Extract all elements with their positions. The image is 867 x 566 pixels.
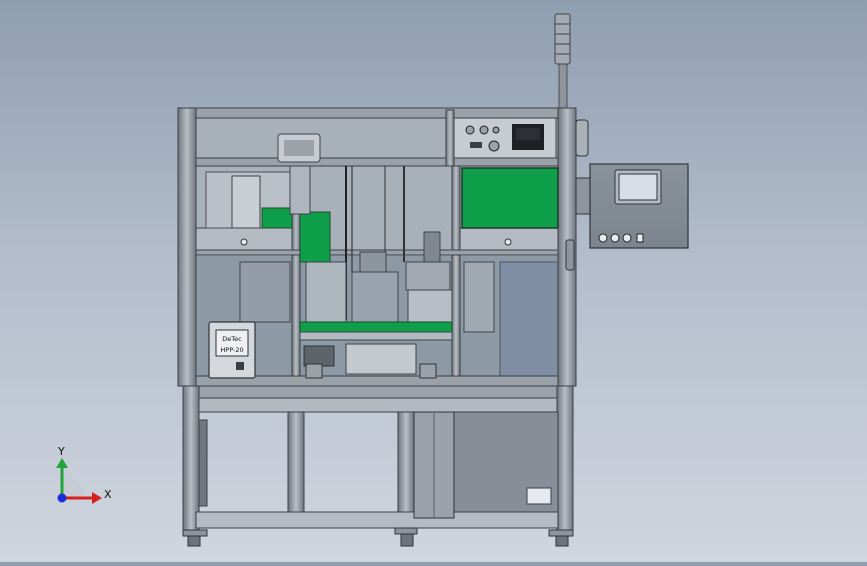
lower-stand — [182, 385, 574, 547]
axis-x-label: X — [104, 488, 112, 501]
axis-y-label: Y — [57, 445, 65, 458]
controller-label-line1: DeTec — [222, 335, 242, 343]
upper-enclosure: DeTec HPP-20 — [177, 107, 589, 387]
signal-tower-icon — [554, 13, 571, 111]
hmi-cabinet — [575, 163, 689, 249]
axis-triad-icon: Y X — [56, 445, 112, 504]
controller-label-line2: HPP-20 — [220, 346, 243, 354]
cad-viewport[interactable]: DeTec HPP-20 Y X — [0, 0, 867, 562]
machine-model: DeTec HPP-20 Y X — [56, 13, 689, 547]
